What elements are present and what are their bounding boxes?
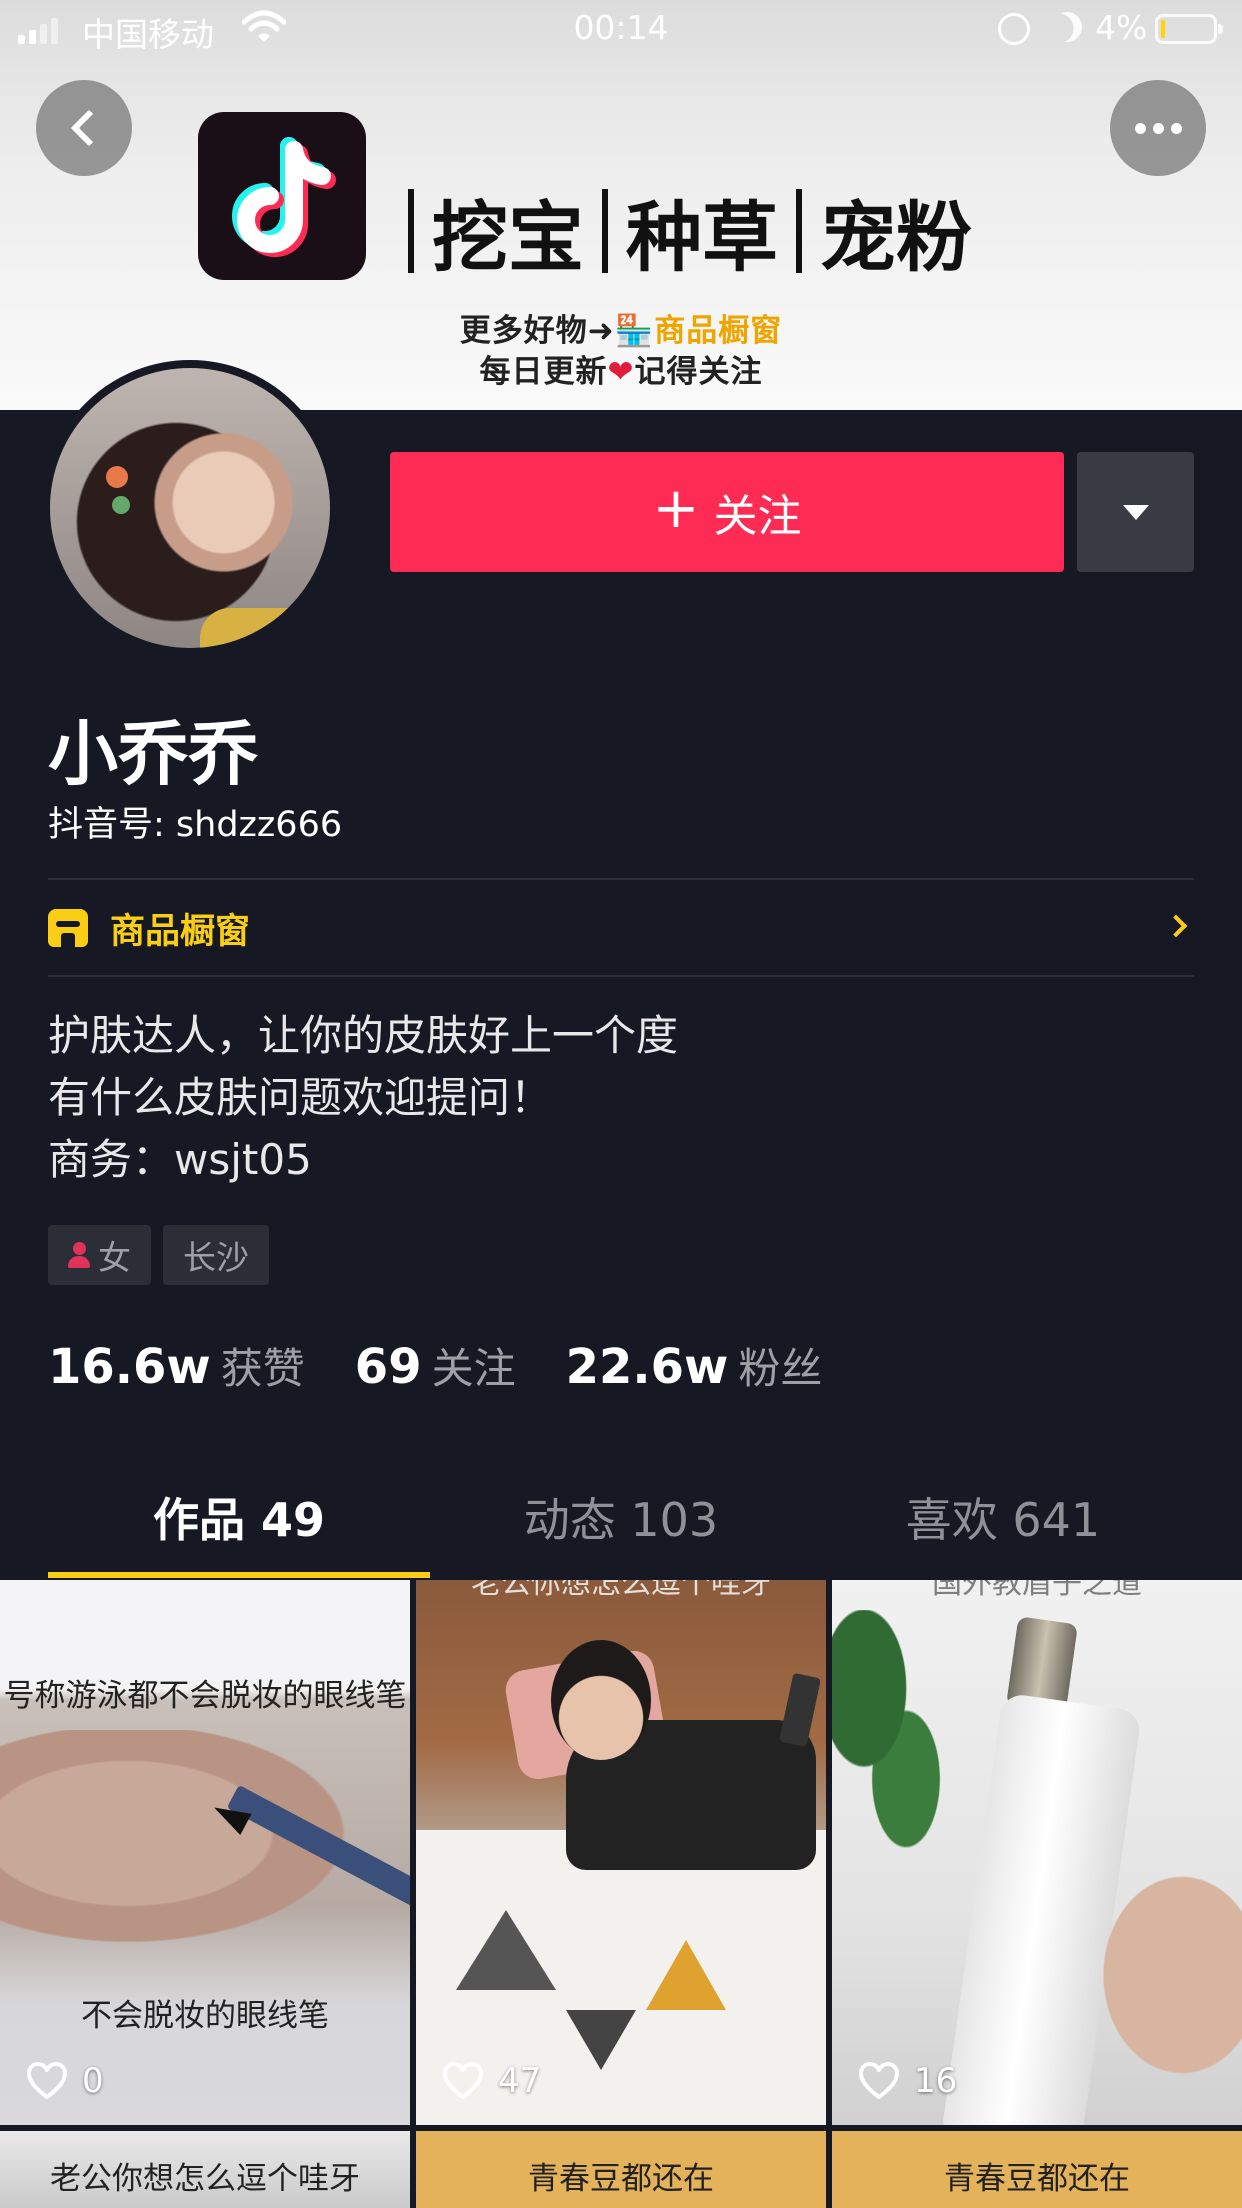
video-thumbnail[interactable]: 老公你想怎么逗个哇牙	[0, 2131, 410, 2208]
battery-icon	[1155, 14, 1223, 44]
heart-icon: ❤	[607, 354, 635, 390]
video-thumbnail[interactable]: 号称游泳都不会脱妆的眼线笔 不会脱妆的眼线笔 0	[0, 1580, 410, 2125]
status-bar: 中国移动 00:14 4%	[0, 0, 1242, 58]
banner-sub-text: 每日更新	[479, 354, 608, 390]
bio-line: 有什么皮肤问题欢迎提问！	[48, 1073, 553, 1122]
video-thumbnail[interactable]: 青春豆都还在	[416, 2131, 826, 2208]
battery-percent: 4%	[1095, 8, 1148, 47]
banner-sub-text: 更多好物➜	[459, 313, 615, 349]
following-label: 关注	[431, 1344, 516, 1393]
shop-window-row[interactable]: 商品橱窗	[48, 880, 1194, 976]
tab-likes-label: 喜欢 641	[905, 1493, 1101, 1547]
tab-works[interactable]: 作品 49	[48, 1480, 430, 1580]
likes-stat: 16.6w 获赞	[48, 1335, 305, 1396]
back-button[interactable]	[36, 80, 132, 176]
video-caption: 国外教眉子之道	[932, 1580, 1142, 1601]
shop-window-label: 商品橱窗	[110, 911, 251, 952]
divider	[48, 975, 1194, 977]
bio-line: 护肤达人，让你的皮肤好上一个度	[48, 1011, 679, 1060]
video-caption: 老公你想怎么逗个哇牙	[50, 2161, 360, 2197]
recommend-dropdown-button[interactable]	[1077, 452, 1194, 572]
ellipsis-icon	[1134, 122, 1182, 134]
profile-banner: 挖宝 种草 宠粉 更多好物➜🏪商品橱窗 每日更新❤记得关注	[0, 0, 1242, 410]
tab-works-label: 作品 49	[152, 1493, 326, 1547]
tab-moments-label: 动态 103	[523, 1493, 719, 1547]
banner-title-2: 种草	[626, 193, 778, 282]
follow-label: 关注	[713, 491, 802, 542]
like-count: 47	[442, 2061, 541, 2101]
tab-likes[interactable]: 喜欢 641	[812, 1480, 1194, 1580]
location-tag: 长沙	[163, 1225, 269, 1285]
follow-button[interactable]: + 关注	[390, 452, 1064, 572]
banner-title-1: 挖宝	[432, 193, 584, 282]
like-count: 0	[26, 2061, 104, 2101]
rotation-lock-icon	[998, 13, 1030, 45]
banner-shop-text: 🏪商品橱窗	[614, 313, 783, 349]
likes-count: 16.6w	[48, 1339, 211, 1395]
followers-label: 粉丝	[738, 1344, 823, 1393]
nickname: 小乔乔	[48, 713, 258, 795]
profile-stats: 16.6w 获赞 69 关注 22.6w 粉丝	[48, 1335, 872, 1396]
avatar[interactable]	[42, 360, 338, 656]
tiktok-note-icon	[232, 137, 336, 257]
banner-subtitle-1: 更多好物➜🏪商品橱窗	[0, 305, 1242, 350]
plus-icon: +	[652, 476, 700, 541]
like-number: 47	[498, 2061, 542, 2101]
video-caption: 老公你想怎么逗个哇牙	[471, 1580, 771, 1601]
banner-sub-text: 记得关注	[634, 354, 763, 390]
likes-label: 获赞	[220, 1344, 305, 1393]
location-label: 长沙	[183, 1238, 249, 1277]
gender-label: 女	[98, 1238, 131, 1277]
chevron-right-icon	[1164, 914, 1188, 938]
profile-tags: 女 长沙	[48, 1225, 269, 1285]
video-thumbnail[interactable]: 国外教眉子之道 16	[832, 1580, 1242, 2125]
followers-count: 22.6w	[565, 1339, 729, 1395]
video-caption: 号称游泳都不会脱妆的眼线笔	[3, 1678, 407, 1714]
video-thumbnail[interactable]: 青春豆都还在	[832, 2131, 1242, 2208]
tab-moments[interactable]: 动态 103	[430, 1480, 812, 1580]
following-stat[interactable]: 69 关注	[355, 1335, 516, 1396]
like-number: 16	[914, 2061, 958, 2101]
heart-outline-icon	[443, 2062, 483, 2099]
video-caption: 青春豆都还在	[944, 2161, 1130, 2197]
video-thumbnail[interactable]: 老公你想怎么逗个哇牙 47	[416, 1580, 826, 2125]
chevron-left-icon	[70, 109, 108, 147]
more-button[interactable]	[1110, 80, 1206, 176]
content-tabs: 作品 49 动态 103 喜欢 641	[48, 1480, 1194, 1580]
tiktok-logo	[198, 112, 366, 280]
banner-title-3: 宠粉	[820, 193, 972, 282]
tab-indicator	[48, 1572, 430, 1578]
gender-tag: 女	[48, 1225, 151, 1285]
douyin-id: 抖音号: shdzz666	[48, 805, 343, 845]
heart-outline-icon	[859, 2062, 899, 2099]
bio: 护肤达人，让你的皮肤好上一个度 有什么皮肤问题欢迎提问！ 商务：wsjt05	[48, 1005, 678, 1191]
bio-line: 商务：wsjt05	[48, 1135, 312, 1184]
female-icon	[68, 1242, 90, 1268]
video-caption: 不会脱妆的眼线笔	[81, 1998, 329, 2034]
shop-icon	[48, 909, 88, 947]
caret-down-icon	[1122, 504, 1149, 520]
following-count: 69	[354, 1339, 422, 1395]
like-number: 0	[82, 2061, 104, 2101]
video-caption: 青春豆都还在	[528, 2161, 714, 2197]
like-count: 16	[858, 2061, 957, 2101]
banner-title: 挖宝 种草 宠粉	[390, 176, 972, 286]
heart-outline-icon	[27, 2062, 67, 2099]
followers-stat[interactable]: 22.6w 粉丝	[566, 1335, 823, 1396]
